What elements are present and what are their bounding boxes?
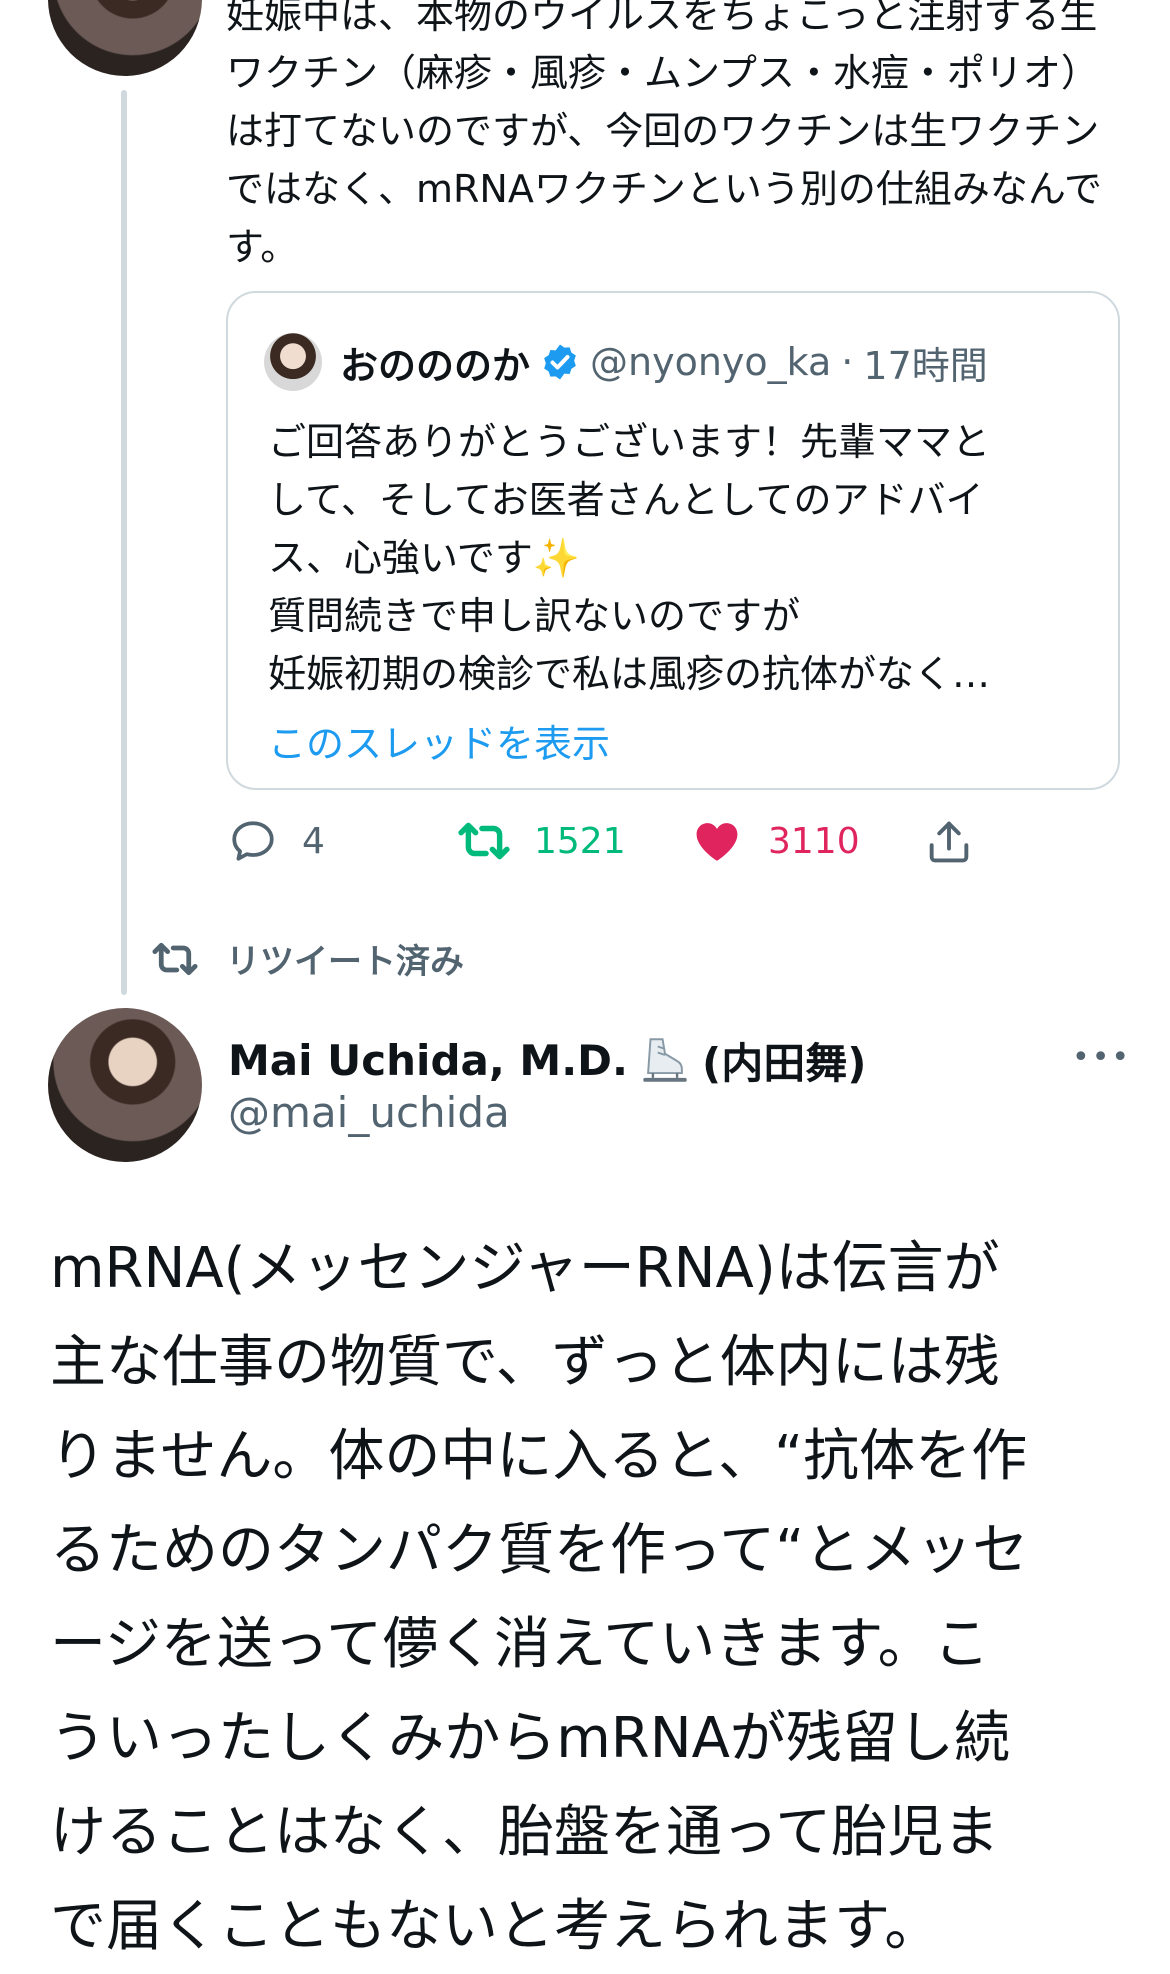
quoted-separator: · xyxy=(841,340,854,384)
main-text-line: 主な仕事の物質で、ずっと体内には残 xyxy=(50,1330,1000,1395)
main-text-line: で届くこともないと考えられます。 xyxy=(50,1894,941,1959)
quoted-text-line: ス、心強いです✨ xyxy=(268,536,581,580)
more-options-button[interactable]: ••• xyxy=(1072,1040,1131,1075)
like-count: 3110 xyxy=(768,820,860,862)
quoted-user-avatar[interactable] xyxy=(264,333,322,391)
retweet-icon xyxy=(456,816,512,866)
ice-skate-icon xyxy=(636,1032,694,1090)
main-text-line: りません。体の中に入ると、“抗体を作 xyxy=(50,1424,1028,1489)
quoted-tweet-text: ご回答ありがとうございます！先輩ママと して、そしてお医者さんとしてのアドバイ … xyxy=(268,413,1108,703)
main-text-line: ージを送って儚く消えていきます。こ xyxy=(50,1612,990,1677)
show-thread-link[interactable]: このスレッドを表示 xyxy=(268,713,610,768)
main-text-line: ういったしくみからmRNAが残留し続 xyxy=(50,1706,1010,1771)
main-tweet-text: mRNA(メッセンジャーRNA)は伝言が 主な仕事の物質で、ずっと体内には残 り… xyxy=(50,1222,1150,1974)
quoted-text-line: して、そしてお医者さんとしてのアドバイ xyxy=(268,478,984,522)
retweet-button[interactable]: 1521 xyxy=(456,816,626,866)
heart-icon xyxy=(692,816,742,866)
quoted-text-line: 妊娠初期の検診で私は風疹の抗体がなく… xyxy=(268,652,991,696)
main-text-line: けることはなく、胎盤を通って胎児ま xyxy=(50,1800,1000,1865)
reply-count: 4 xyxy=(302,820,325,862)
previous-tweet-text: 妊娠中は、本物のウイルスをちょこっと注射する生ワクチン（麻疹・風疹・ムンプス・水… xyxy=(226,0,1102,269)
main-tweet-avatar[interactable] xyxy=(48,1008,202,1162)
previous-tweet-avatar[interactable] xyxy=(48,0,202,76)
quoted-text-line: 質問続きで申し訳ないのですが xyxy=(268,594,801,638)
retweet-small-icon xyxy=(148,937,202,981)
quoted-tweet-card[interactable]: おのののか @nyonyo_ka · 17時間 ご回答ありがとうございます！先輩… xyxy=(226,291,1120,790)
retweeted-label: リツイート済み xyxy=(226,942,464,982)
reply-button[interactable]: 4 xyxy=(228,816,325,866)
reply-icon xyxy=(228,816,278,866)
quoted-timestamp[interactable]: 17時間 xyxy=(863,335,987,390)
quoted-text-line: ご回答ありがとうございます！先輩ママと xyxy=(268,420,991,464)
verified-badge-icon xyxy=(540,342,580,382)
main-handle[interactable]: @mai_uchida xyxy=(228,1088,510,1137)
quoted-handle[interactable]: @nyonyo_ka xyxy=(590,340,831,384)
share-button[interactable] xyxy=(923,816,975,868)
quoted-display-name[interactable]: おのののか xyxy=(340,335,530,390)
share-icon xyxy=(923,816,975,868)
main-display-name[interactable]: Mai Uchida, M.D. xyxy=(228,1036,628,1085)
retweeted-indicator: リツイート済み xyxy=(148,934,464,983)
thread-connector-line xyxy=(121,90,127,995)
retweet-count: 1521 xyxy=(534,820,626,862)
main-text-line: mRNA(メッセンジャーRNA)は伝言が xyxy=(50,1236,1000,1301)
main-name-suffix[interactable]: (内田舞) xyxy=(702,1030,866,1091)
main-text-line: るためのタンパク質を作って“とメッセ xyxy=(50,1518,1029,1583)
like-button[interactable]: 3110 xyxy=(692,816,860,866)
